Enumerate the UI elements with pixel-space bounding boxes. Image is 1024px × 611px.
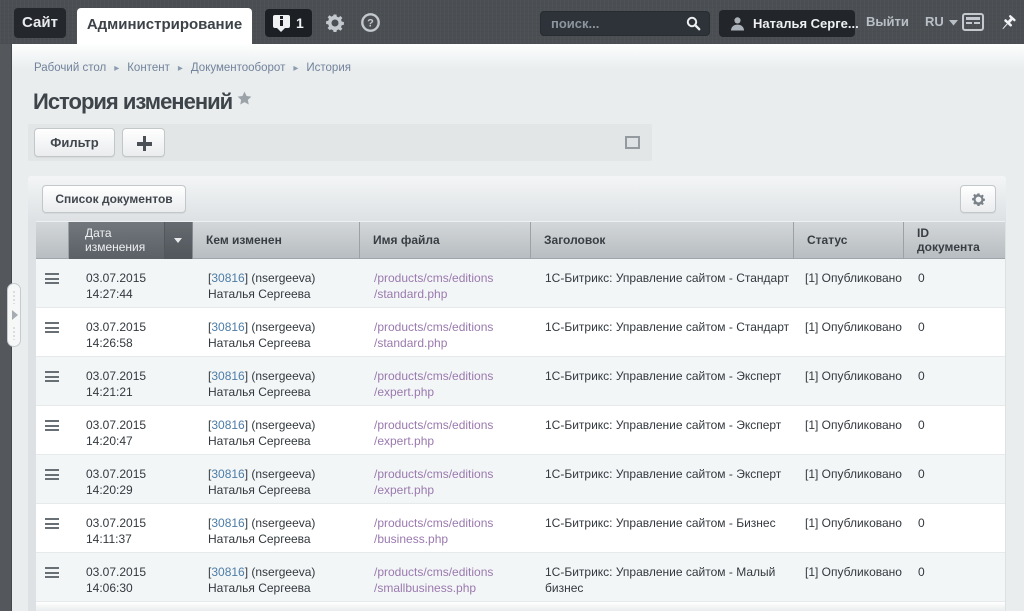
svg-text:?: ? xyxy=(367,18,374,30)
